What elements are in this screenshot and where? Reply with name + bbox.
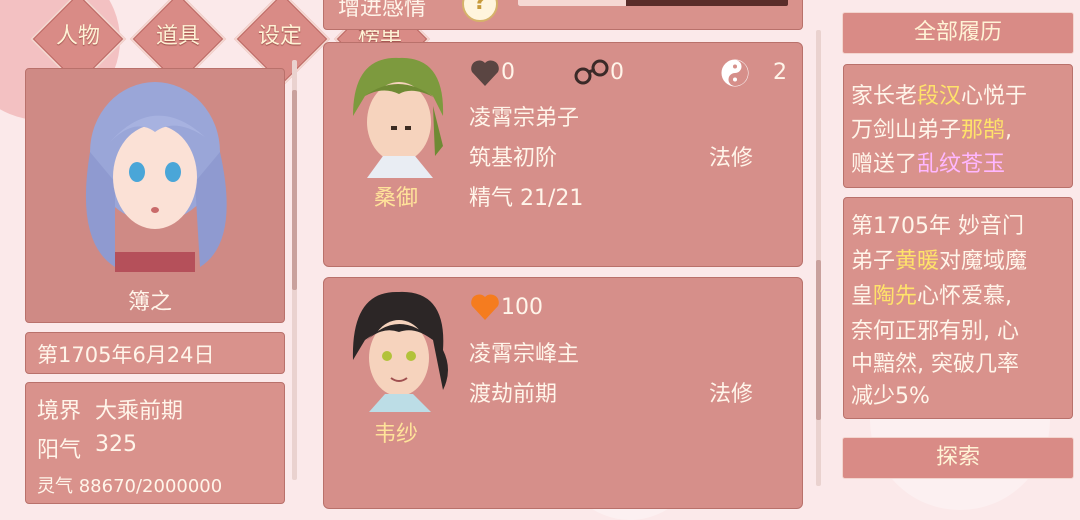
- left-scrollbar-thumb[interactable]: [292, 90, 297, 290]
- history-person: 黄暖: [895, 249, 940, 274]
- improve-relationship-label: 增进感情: [338, 0, 427, 21]
- history-line: 减少5%: [851, 384, 930, 409]
- all-history-button[interactable]: 全部履历: [842, 12, 1074, 54]
- character-name: 桑御: [374, 186, 419, 211]
- character-essence: 精气 21/21: [469, 186, 584, 211]
- all-history-label: 全部履历: [913, 20, 1002, 45]
- explore-button[interactable]: 探索: [842, 437, 1074, 479]
- history-line: 弟子黄暖对魔域魔: [851, 249, 1028, 274]
- player-name: 簿之: [128, 290, 173, 315]
- character-portrait: [352, 291, 448, 412]
- realm-value: 大乘前期: [95, 399, 184, 424]
- character-path: 法修: [709, 146, 754, 171]
- history-line: 家长老段汉心悦于: [851, 84, 1028, 109]
- history-line: 奈何正邪有别, 心: [851, 319, 1019, 344]
- character-stage: 渡劫前期: [469, 382, 558, 407]
- character-sect: 凌霄宗峰主: [469, 342, 580, 367]
- history-person: 陶先: [873, 284, 918, 309]
- history-line: 赠送了乱纹苍玉: [851, 152, 1006, 177]
- spirit-stat: 灵气 88670/2000000: [37, 476, 223, 497]
- character-menu-label: 人物: [55, 24, 100, 49]
- explore-label: 探索: [935, 445, 980, 470]
- history-person: 那鹄: [961, 118, 1006, 143]
- right-scrollbar[interactable]: [816, 30, 821, 486]
- realm-label: 境界: [37, 399, 82, 424]
- yang-value: 325: [95, 432, 137, 457]
- character-name: 韦纱: [374, 422, 419, 447]
- character-portrait: [353, 57, 444, 178]
- affection-value: 100: [501, 295, 543, 320]
- history-line: 第1705年 妙音门: [851, 214, 1024, 239]
- relationship-progress-fill: [518, 0, 626, 6]
- left-scrollbar[interactable]: [292, 60, 297, 480]
- history-item: 乱纹苍玉: [917, 152, 1006, 177]
- yin-yang-icon: [721, 59, 749, 87]
- history-person: 段汉: [917, 84, 962, 109]
- bond-handcuffs-icon: [574, 59, 609, 85]
- character-path: 法修: [709, 382, 754, 407]
- player-portrait: [85, 82, 227, 272]
- right-scrollbar-thumb[interactable]: [816, 260, 821, 420]
- affection-heart-icon: [471, 294, 499, 320]
- affection-heart-icon: [471, 60, 499, 86]
- character-stage: 筑基初阶: [469, 146, 558, 171]
- history-line: 中黯然, 突破几率: [851, 352, 1019, 377]
- settings-menu-label: 设定: [257, 24, 302, 49]
- character-sect: 凌霄宗弟子: [469, 106, 580, 131]
- items-menu-label: 道具: [155, 24, 200, 49]
- history-line: 万剑山弟子那鹄,: [851, 118, 1013, 143]
- yinyang-value: 2: [773, 60, 787, 85]
- history-line: 皇陶先心怀爱慕,: [851, 284, 1013, 309]
- game-date: 第1705年6月24日: [37, 343, 215, 367]
- affection-value: 0: [501, 60, 515, 85]
- relationship-progress-bar: [518, 0, 788, 6]
- yang-label: 阳气: [37, 438, 82, 463]
- bond-value: 0: [610, 60, 624, 85]
